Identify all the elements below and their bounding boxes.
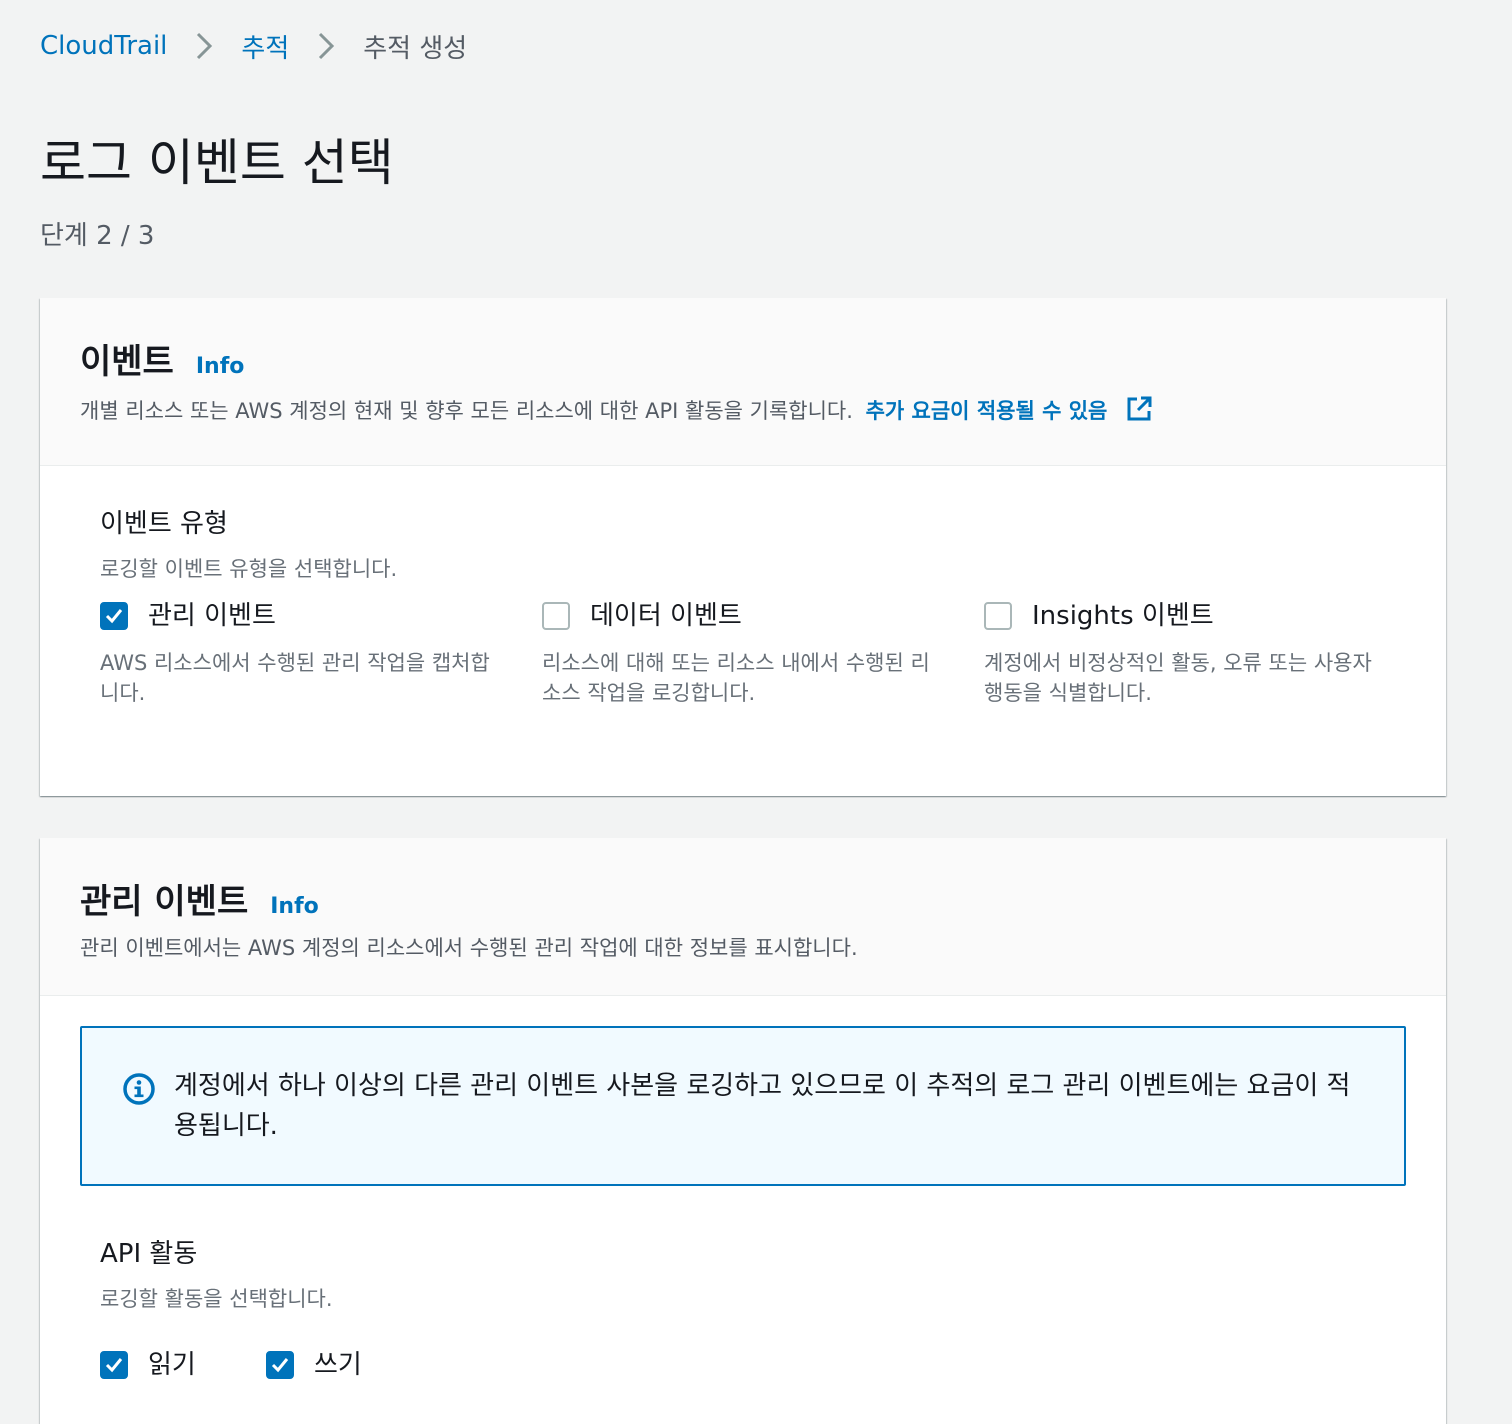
step-indicator: 단계 2 / 3 xyxy=(40,221,155,251)
data-events-option: 데이터 이벤트 리소스에 대해 또는 리소스 내에서 수행된 리소스 작업을 로… xyxy=(542,598,942,708)
event-type-description: 로깅할 이벤트 유형을 선택합니다. xyxy=(100,557,398,581)
insights-events-label[interactable]: Insights 이벤트 xyxy=(1032,598,1214,634)
insights-events-description: 계정에서 비정상적인 활동, 오류 또는 사용자 행동을 식별합니다. xyxy=(984,651,1372,705)
event-type-label: 이벤트 유형 xyxy=(100,509,228,539)
api-activity-description: 로깅할 활동을 선택합니다. xyxy=(100,1287,333,1311)
management-events-description: AWS 리소스에서 수행된 관리 작업을 캡처합니다. xyxy=(100,651,490,705)
read-checkbox[interactable] xyxy=(100,1351,128,1379)
event-type-field: 이벤트 유형 로깅할 이벤트 유형을 선택합니다. xyxy=(100,506,1400,584)
additional-charges-link-label[interactable]: 추가 요금이 적용될 수 있음 xyxy=(866,399,1108,423)
insights-events-checkbox[interactable] xyxy=(984,602,1012,630)
events-info-link[interactable]: Info xyxy=(196,354,245,379)
insights-events-option: Insights 이벤트 계정에서 비정상적인 활동, 오류 또는 사용자 행동… xyxy=(984,598,1384,708)
events-panel-description: 개별 리소스 또는 AWS 계정의 현재 및 향후 모든 리소스에 대한 API… xyxy=(80,395,1406,426)
api-activity-options: 읽기 쓰기 xyxy=(100,1347,362,1383)
info-alert: 계정에서 하나 이상의 다른 관리 이벤트 사본을 로깅하고 있으므로 이 추적… xyxy=(80,1026,1406,1186)
read-label[interactable]: 읽기 xyxy=(148,1347,196,1383)
chevron-right-icon xyxy=(167,31,241,61)
write-label[interactable]: 쓰기 xyxy=(314,1347,362,1383)
events-panel-title: 이벤트 xyxy=(80,342,174,382)
breadcrumb: CloudTrail 추적 추적 생성 xyxy=(40,28,467,64)
data-events-checkbox[interactable] xyxy=(542,602,570,630)
external-link-icon xyxy=(1127,396,1152,421)
info-circle-icon xyxy=(123,1073,155,1105)
breadcrumb-trails-link[interactable]: 추적 xyxy=(241,28,289,65)
additional-charges-link[interactable]: 추가 요금이 적용될 수 있음 xyxy=(866,396,1153,423)
read-option: 읽기 xyxy=(100,1347,266,1383)
write-checkbox[interactable] xyxy=(266,1351,294,1379)
info-alert-text: 계정에서 하나 이상의 다른 관리 이벤트 사본을 로깅하고 있으므로 이 추적… xyxy=(174,1071,1351,1141)
data-events-description: 리소스에 대해 또는 리소스 내에서 수행된 리소스 작업을 로깅합니다. xyxy=(542,651,930,705)
management-events-panel: 관리 이벤트 Info 관리 이벤트에서는 AWS 계정의 리소스에서 수행된 … xyxy=(40,838,1446,1424)
management-events-option: 관리 이벤트 AWS 리소스에서 수행된 관리 작업을 캡처합니다. xyxy=(100,598,500,708)
management-events-label[interactable]: 관리 이벤트 xyxy=(148,598,276,634)
events-description-text: 개별 리소스 또는 AWS 계정의 현재 및 향후 모든 리소스에 대한 API… xyxy=(80,399,853,423)
management-panel-description: 관리 이벤트에서는 AWS 계정의 리소스에서 수행된 관리 작업에 대한 정보… xyxy=(80,936,858,960)
management-panel-title: 관리 이벤트 xyxy=(80,882,249,922)
management-panel-header: 관리 이벤트 Info 관리 이벤트에서는 AWS 계정의 리소스에서 수행된 … xyxy=(40,838,1446,996)
breadcrumb-cloudtrail-link[interactable]: CloudTrail xyxy=(40,31,167,61)
events-panel-header: 이벤트 Info 개별 리소스 또는 AWS 계정의 현재 및 향후 모든 리소… xyxy=(40,298,1446,466)
api-activity-label: API 활동 xyxy=(100,1239,198,1269)
data-events-label[interactable]: 데이터 이벤트 xyxy=(590,598,742,634)
management-events-checkbox[interactable] xyxy=(100,602,128,630)
breadcrumb-current: 추적 생성 xyxy=(363,33,468,64)
api-activity-field: API 활동 로깅할 활동을 선택합니다. xyxy=(100,1236,1400,1314)
chevron-right-icon xyxy=(289,31,363,61)
events-panel: 이벤트 Info 개별 리소스 또는 AWS 계정의 현재 및 향후 모든 리소… xyxy=(40,298,1446,796)
write-option: 쓰기 xyxy=(266,1347,362,1383)
page-title: 로그 이벤트 선택 xyxy=(40,134,394,192)
management-info-link[interactable]: Info xyxy=(270,894,319,919)
